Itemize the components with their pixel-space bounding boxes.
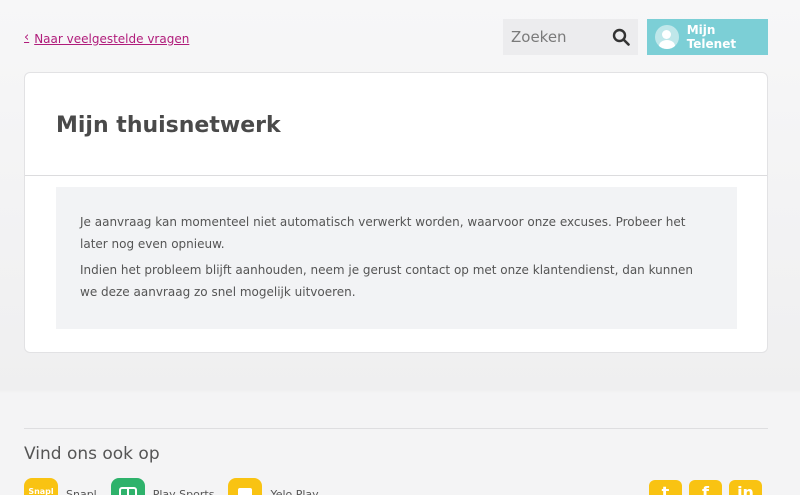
social-links: t f in	[649, 480, 762, 495]
play-sports-icon	[110, 478, 145, 495]
app-label: Yelo Play	[270, 488, 319, 495]
app-label: Play Sports	[152, 488, 215, 495]
search-box[interactable]	[503, 19, 638, 55]
back-link-label: Naar veelgestelde vragen	[34, 31, 190, 46]
mijn-telenet-label: Mijn Telenet	[686, 23, 737, 51]
mijn-telenet-button[interactable]: Mijn Telenet	[647, 19, 768, 55]
search-icon[interactable]	[612, 28, 630, 46]
app-links: Snapl Snapl Play Sports Yelo Play	[24, 478, 319, 495]
app-link-yelo-play[interactable]: Yelo Play	[228, 478, 319, 495]
content-card: Mijn thuisnetwerk Je aanvraag kan moment…	[24, 72, 768, 353]
facebook-icon[interactable]: f	[689, 480, 722, 495]
app-link-snapl[interactable]: Snapl Snapl	[24, 478, 97, 495]
error-message-box: Je aanvraag kan momenteel niet automatis…	[56, 187, 737, 329]
footer-divider	[24, 428, 768, 429]
twitter-icon[interactable]: t	[649, 480, 682, 495]
linkedin-icon[interactable]: in	[729, 480, 762, 495]
app-link-play-sports[interactable]: Play Sports	[110, 478, 215, 495]
back-to-faq-link[interactable]: ‹ Naar veelgestelde vragen	[24, 30, 190, 46]
error-message-paragraph: Je aanvraag kan momenteel niet automatis…	[80, 215, 686, 251]
chevron-left-icon: ‹	[24, 30, 30, 45]
page-title: Mijn thuisnetwerk	[56, 113, 281, 138]
footer-title: Vind ons ook op	[24, 444, 160, 464]
snapl-icon: Snapl	[24, 478, 58, 495]
app-label: Snapl	[66, 488, 97, 495]
yelo-play-icon	[228, 478, 263, 495]
card-divider	[25, 175, 767, 176]
search-input[interactable]	[511, 28, 606, 46]
top-bar: ‹ Naar veelgestelde vragen Mijn Telenet	[0, 0, 800, 72]
avatar-icon	[655, 25, 679, 49]
error-message-paragraph: Indien het probleem blijft aanhouden, ne…	[80, 263, 693, 299]
